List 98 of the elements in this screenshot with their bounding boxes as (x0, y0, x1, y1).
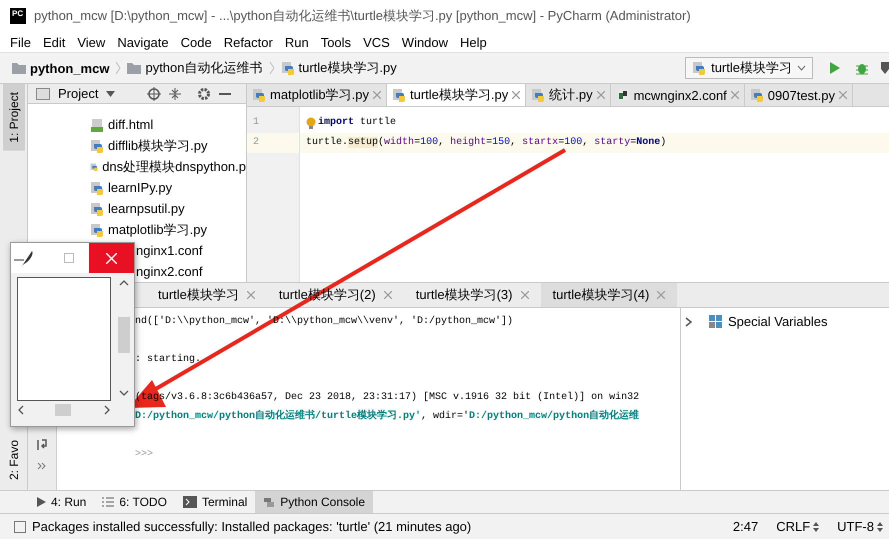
file-encoding[interactable]: UTF-8 (837, 519, 874, 534)
html-file-icon (90, 118, 104, 132)
cursor-position[interactable]: 2:47 (732, 519, 758, 534)
panel-icon (36, 88, 50, 100)
line-number: 2 (247, 133, 299, 153)
file-tree-item[interactable]: learnpsutil.py (108, 201, 185, 216)
console-tab[interactable]: turtle模块学习(2) (266, 283, 404, 307)
python-file-icon (252, 88, 266, 102)
breadcrumb[interactable]: python自动化运维书 (145, 59, 263, 77)
file-tree-item[interactable]: nginx2.conf (136, 264, 202, 279)
favorites-tool-tab[interactable]: 2: Favo (2, 432, 24, 488)
chevron-icon[interactable] (685, 316, 693, 326)
console-output-line: D:/python_mcw/python自动化运维书/turtle模块学习.py', wdir='D:/python_mcw/python自动化运维 (135, 408, 640, 424)
maximize-icon[interactable] (64, 253, 74, 263)
close-icon[interactable] (372, 91, 381, 99)
menu-item[interactable]: View (71, 34, 112, 50)
lightbulb-icon[interactable] (306, 117, 316, 129)
close-icon[interactable] (657, 291, 666, 299)
file-tree-item[interactable]: learnIPy.py (108, 180, 172, 195)
menu-item[interactable]: VCS (357, 34, 396, 50)
console-tab[interactable]: turtle模块学习(3) (404, 283, 540, 307)
close-icon (106, 252, 117, 264)
wrap-icon[interactable] (36, 438, 48, 452)
menu-item[interactable]: Tools (314, 34, 358, 50)
python-file-icon (692, 61, 706, 75)
file-tree-item[interactable]: diff.html (108, 117, 154, 132)
python-file-icon (90, 222, 104, 236)
file-tree-item[interactable]: dns处理模块dnspython.p (102, 158, 246, 176)
close-icon[interactable] (384, 291, 392, 299)
panel-title[interactable]: Project (58, 86, 98, 101)
close-button[interactable] (89, 243, 134, 273)
console-output-line: : starting. (135, 352, 202, 367)
console-tab[interactable]: turtle模块学习 (146, 283, 267, 307)
menu-item[interactable]: File (4, 34, 37, 50)
python-file-icon (750, 88, 764, 102)
chevron-icon (268, 61, 275, 75)
python-file-icon (280, 61, 295, 75)
window-title: python_mcw [D:\python_mcw] - ...\python自动化运维书\turtle模块学习.py [python_mcw] - PyCharm (Administrator) (34, 7, 691, 25)
breadcrumb[interactable]: python_mcw (30, 60, 110, 76)
menu-item[interactable]: Edit (36, 34, 72, 50)
file-tree-item[interactable]: difflib模块学习.py (108, 136, 208, 154)
python-file-icon (90, 180, 104, 194)
variables-icon (709, 315, 722, 328)
folder-icon (12, 62, 26, 74)
tool-window-button[interactable]: 4: Run (28, 491, 94, 513)
updown-icon (877, 522, 883, 532)
minimize-icon[interactable] (219, 92, 232, 94)
breadcrumb[interactable]: turtle模块学习.py (298, 59, 397, 77)
file-tree-item[interactable]: nginx1.conf (136, 243, 202, 258)
collapse-icon[interactable] (169, 86, 182, 100)
tool-window-button[interactable]: Python Console (255, 491, 374, 513)
menu-item[interactable]: Run (278, 34, 315, 50)
tool-window-button[interactable]: Terminal (174, 491, 256, 513)
bug-icon[interactable] (855, 61, 869, 75)
list-icon (102, 497, 114, 507)
close-icon[interactable] (246, 291, 255, 299)
chevron-icon (115, 61, 122, 75)
close-icon[interactable] (520, 291, 528, 299)
close-icon[interactable] (839, 91, 848, 99)
console-tab[interactable]: turtle模块学习(4) (540, 283, 678, 307)
close-icon[interactable] (512, 91, 520, 99)
menu-item[interactable]: Code (174, 34, 218, 50)
close-icon[interactable] (730, 91, 739, 99)
run-configuration-dropdown[interactable]: turtle模块学习 (685, 57, 813, 79)
settings-icon[interactable] (197, 86, 212, 100)
panel-toggle-icon[interactable] (14, 520, 26, 532)
variable-tree-item[interactable]: Special Variables (728, 314, 828, 329)
python-file-icon (90, 202, 104, 216)
python-file-icon (392, 88, 406, 102)
python-file-icon (90, 138, 104, 152)
editor-tab[interactable]: mcwnginx2.conf (610, 84, 745, 106)
status-message: Packages installed successfully: Installed packages: 'turtle' (21 minutes ago) (32, 519, 472, 534)
code-line: import turtle (318, 116, 396, 130)
caret-icon (797, 65, 806, 71)
tool-window-button[interactable]: 6: TODO (94, 491, 175, 513)
caret-icon (106, 90, 116, 96)
shield-icon[interactable] (881, 61, 889, 75)
menu-item[interactable]: Help (454, 34, 493, 50)
folder-icon (127, 62, 142, 74)
menu-item[interactable]: Window (396, 34, 454, 50)
app-logo: PC (10, 8, 26, 24)
updown-icon (813, 522, 820, 532)
console-prompt: >>> (135, 448, 154, 462)
close-icon[interactable] (596, 91, 605, 99)
menu-item[interactable]: Navigate (111, 34, 175, 50)
double-chevron-icon[interactable] (37, 462, 47, 470)
line-separator[interactable]: CRLF (776, 519, 810, 534)
python-file-icon (531, 88, 546, 102)
code-line: turtle.setup(width=100, height=150, startx=100, starty=None) (306, 136, 666, 150)
file-tree-item[interactable]: matplotlib学习.py (108, 220, 207, 238)
menu-item[interactable]: Refactor (218, 34, 279, 50)
line-number: 1 (252, 116, 260, 130)
editor-tab[interactable]: turtle模块学习.py (386, 84, 526, 106)
terminal-icon (182, 496, 197, 508)
run-icon[interactable] (829, 61, 841, 75)
crosshair-icon[interactable] (147, 86, 162, 100)
project-tool-tab[interactable]: 1: Project (2, 84, 24, 151)
play-icon (36, 497, 46, 507)
